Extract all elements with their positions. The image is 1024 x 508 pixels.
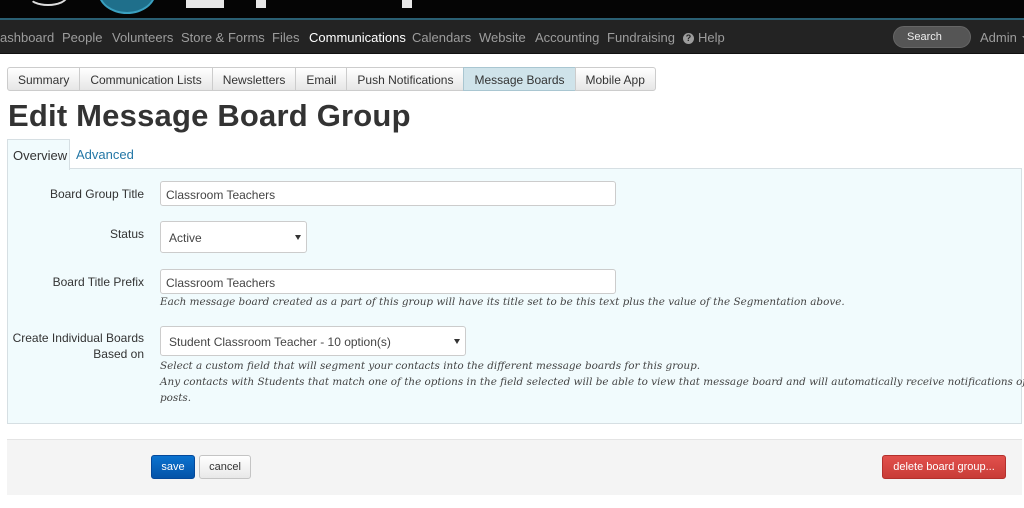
status-select[interactable]: Active [160, 221, 307, 253]
admin-label: Admin [980, 30, 1017, 45]
chevron-down-icon [454, 339, 460, 344]
board-group-title-input[interactable]: Classroom Teachers [160, 181, 616, 206]
main-navbar: ashboard People Volunteers Store & Forms… [0, 20, 1024, 54]
tab-advanced[interactable]: Advanced [76, 139, 134, 169]
nav-volunteers[interactable]: Volunteers [112, 30, 173, 45]
board-group-title-label: Board Group Title [49, 187, 144, 201]
search-input[interactable]: Search [893, 26, 971, 48]
communications-subnav: Summary Communication Lists Newsletters … [7, 67, 656, 91]
overview-panel: Board Group Title Classroom Teachers Sta… [7, 168, 1024, 424]
nav-people[interactable]: People [62, 30, 102, 45]
subtab-email[interactable]: Email [295, 67, 348, 91]
segmentation-help-line2: Any contacts with Students that match on… [160, 376, 1024, 388]
subtab-push-notifications[interactable]: Push Notifications [346, 67, 465, 91]
status-value: Active [169, 231, 202, 245]
tab-overview[interactable]: Overview [7, 139, 70, 170]
chevron-down-icon [295, 235, 301, 240]
nav-help[interactable]: ? Help [683, 30, 725, 45]
segmentation-select[interactable]: Student Classroom Teacher - 10 option(s) [160, 326, 466, 356]
subtab-communication-lists[interactable]: Communication Lists [79, 67, 213, 91]
page-title: Edit Message Board Group [8, 98, 411, 133]
cancel-button[interactable]: cancel [199, 455, 251, 479]
segmentation-help-line1: Select a custom field that will segment … [160, 360, 701, 372]
segmentation-label-line2: Based on [93, 347, 144, 361]
board-title-prefix-input[interactable]: Classroom Teachers [160, 269, 616, 294]
segmentation-label-line1: Create Individual Boards [12, 331, 144, 345]
nav-communications[interactable]: Communications [309, 30, 406, 45]
nav-fundraising[interactable]: Fundraising [607, 30, 675, 45]
top-header [0, 0, 1024, 20]
nav-calendars[interactable]: Calendars [412, 30, 471, 45]
save-button[interactable]: save [151, 455, 195, 479]
nav-dashboard[interactable]: ashboard [0, 30, 54, 45]
org-name-logo [186, 0, 416, 8]
org-logo[interactable] [98, 0, 156, 14]
segmentation-help-line3: posts. [160, 392, 192, 404]
nav-accounting[interactable]: Accounting [535, 30, 599, 45]
nav-help-label: Help [698, 30, 725, 45]
segmentation-value: Student Classroom Teacher - 10 option(s) [169, 335, 391, 349]
subtab-summary[interactable]: Summary [7, 67, 81, 91]
admin-menu[interactable]: Admin [980, 30, 1024, 45]
form-actions: save cancel delete board group... [7, 439, 1022, 495]
nav-store-forms[interactable]: Store & Forms [181, 30, 265, 45]
delete-board-group-button[interactable]: delete board group... [882, 455, 1006, 479]
subtab-mobile-app[interactable]: Mobile App [574, 67, 656, 91]
nav-website[interactable]: Website [479, 30, 526, 45]
logo-arc [28, 0, 68, 6]
status-label: Status [109, 227, 144, 241]
nav-files[interactable]: Files [272, 30, 299, 45]
board-title-prefix-help: Each message board created as a part of … [160, 296, 845, 308]
board-title-prefix-label: Board Title Prefix [52, 275, 144, 289]
subtab-newsletters[interactable]: Newsletters [211, 67, 297, 91]
help-icon: ? [683, 33, 694, 44]
subtab-message-boards[interactable]: Message Boards [463, 67, 576, 91]
